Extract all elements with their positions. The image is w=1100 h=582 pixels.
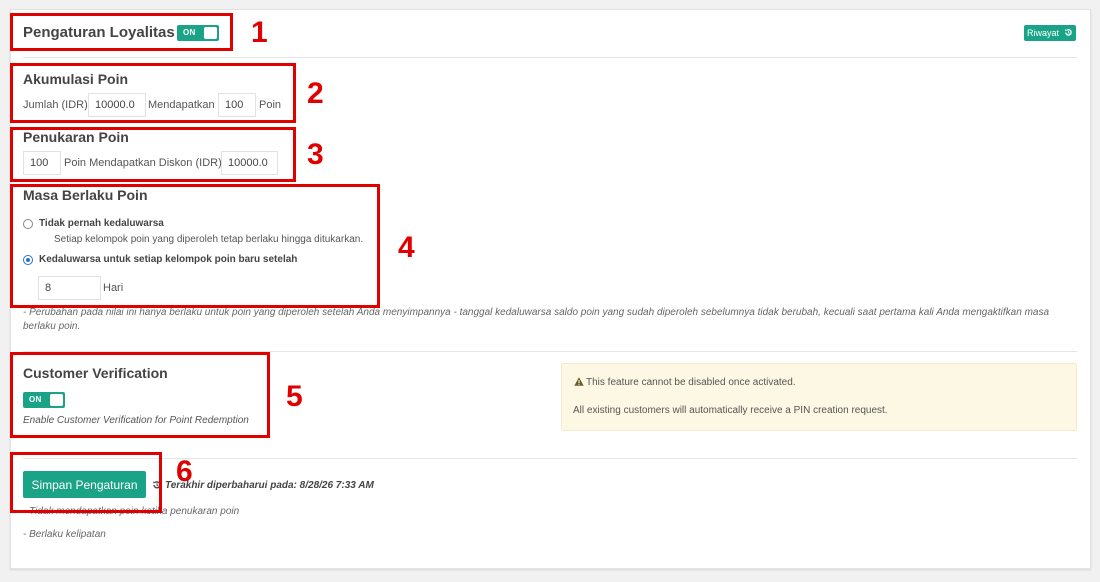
annotation-box-4 [10,184,380,308]
annotation-box-3 [10,127,296,182]
annotation-number-3: 3 [307,138,324,171]
annotation-number-4: 4 [398,231,415,264]
annotation-box-1 [10,13,233,51]
validity-note-line1: - Perubahan pada nilai ini hanya berlaku… [23,307,1050,318]
verification-warning-box: This feature cannot be disabled once act… [561,363,1077,431]
annotation-box-2 [10,63,296,123]
history-button[interactable]: Riwayat [1024,25,1076,41]
annotation-number-2: 2 [307,77,324,110]
warning-icon [574,377,584,386]
annotation-number-1: 1 [251,16,268,49]
warning-line1: This feature cannot be disabled once act… [586,377,796,388]
history-button-label: Riwayat [1027,28,1060,38]
footer-note-2: - Berlaku kelipatan [23,529,106,540]
annotation-box-5 [10,352,270,438]
warning-line2: All existing customers will automaticall… [573,405,888,416]
annotation-box-6 [10,452,162,513]
annotation-number-6: 6 [176,455,193,488]
validity-note-line2: berlaku poin. [23,321,81,332]
last-updated-text: Terakhir diperbaharui pada: 8/28/26 7:33… [165,480,374,491]
annotation-number-5: 5 [286,380,303,413]
divider [23,57,1077,58]
history-icon [1065,29,1072,36]
